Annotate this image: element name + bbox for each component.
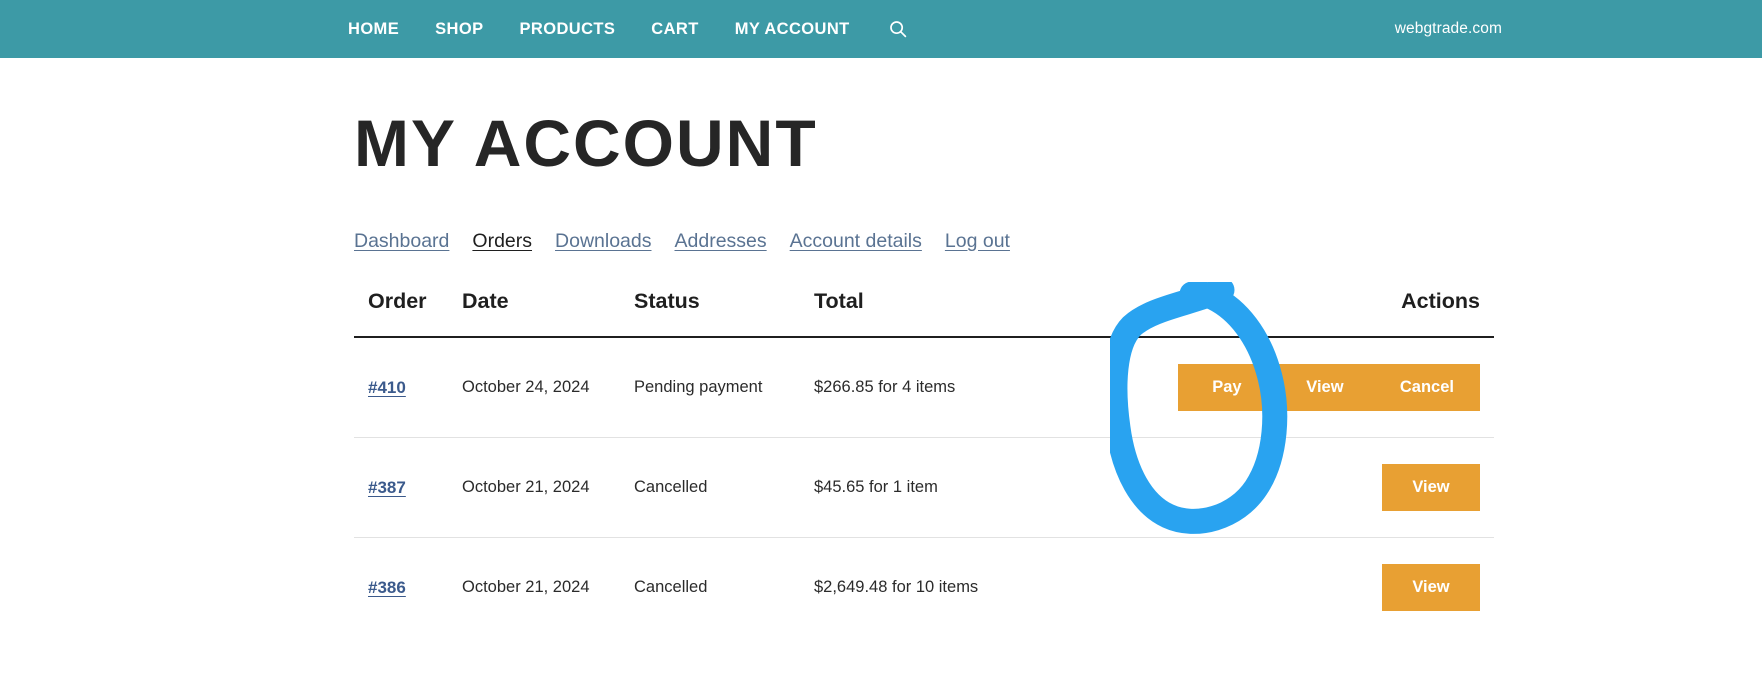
tab-dashboard[interactable]: Dashboard — [354, 230, 449, 253]
order-total-cell: $2,649.48 for 10 items — [814, 578, 979, 596]
orders-table: Order Date Status Total Actions #410 Oct… — [354, 289, 1494, 637]
pay-button[interactable]: Pay — [1177, 364, 1276, 411]
table-row: #386 October 21, 2024 Cancelled $2,649.4… — [354, 538, 1494, 638]
orders-table-body: #410 October 24, 2024 Pending payment $2… — [354, 337, 1494, 637]
action-button-group: View — [1382, 464, 1480, 511]
order-total-cell: $45.65 for 1 item — [814, 437, 1114, 538]
nav-item-my-account[interactable]: MY ACCOUNT — [735, 20, 850, 39]
primary-navigation: HOME SHOP PRODUCTS CART MY ACCOUNT — [348, 19, 908, 39]
table-row: #387 October 21, 2024 Cancelled $45.65 f… — [354, 437, 1494, 538]
table-row: #410 October 24, 2024 Pending payment $2… — [354, 337, 1494, 438]
order-status-cell: Pending payment — [634, 337, 814, 438]
tab-account-details[interactable]: Account details — [790, 230, 922, 253]
column-header-status: Status — [634, 289, 814, 338]
search-icon[interactable] — [888, 19, 908, 39]
column-header-total: Total — [814, 289, 1114, 338]
tab-orders[interactable]: Orders — [472, 230, 532, 253]
column-header-date: Date — [462, 289, 634, 338]
order-number-cell: #410 — [354, 337, 462, 438]
order-status-cell: Cancelled — [634, 578, 708, 596]
order-actions-cell: Pay View Cancel — [1114, 337, 1494, 438]
site-brand: webgtrade.com — [1394, 20, 1502, 37]
nav-item-home[interactable]: HOME — [348, 20, 399, 39]
view-button[interactable]: View — [1382, 464, 1480, 511]
order-link[interactable]: #387 — [368, 478, 406, 497]
nav-item-shop[interactable]: SHOP — [435, 20, 483, 39]
action-button-group: View — [1382, 564, 1480, 611]
site-header: HOME SHOP PRODUCTS CART MY ACCOUNT webgt… — [0, 0, 1762, 58]
table-header-row: Order Date Status Total Actions — [354, 289, 1494, 338]
orders-table-head: Order Date Status Total Actions — [354, 289, 1494, 338]
view-button[interactable]: View — [1275, 364, 1374, 411]
account-tabs: Dashboard Orders Downloads Addresses Acc… — [354, 230, 1512, 253]
column-header-order: Order — [354, 289, 462, 338]
page-title: MY ACCOUNT — [354, 106, 818, 180]
action-button-group: Pay View Cancel — [1177, 364, 1480, 411]
order-total-cell: $266.85 for 4 items — [814, 337, 1114, 438]
view-button[interactable]: View — [1382, 564, 1480, 611]
cancel-button[interactable]: Cancel — [1373, 364, 1480, 411]
order-number-cell: #387 — [354, 437, 462, 538]
order-date-cell: October 21, 2024 — [462, 578, 590, 596]
order-status-cell: Cancelled — [634, 437, 814, 538]
nav-item-products[interactable]: PRODUCTS — [519, 20, 615, 39]
order-link[interactable]: #386 — [368, 578, 406, 597]
column-header-actions: Actions — [1114, 289, 1494, 338]
order-number-cell: #386 — [354, 538, 462, 638]
order-actions-cell: View — [1114, 437, 1494, 538]
tab-log-out[interactable]: Log out — [945, 230, 1010, 253]
nav-item-cart[interactable]: CART — [651, 20, 698, 39]
tab-addresses[interactable]: Addresses — [675, 230, 767, 253]
order-date-cell: October 24, 2024 — [462, 337, 634, 438]
page-content: MY ACCOUNT Dashboard Orders Downloads Ad… — [0, 58, 1762, 637]
tab-downloads[interactable]: Downloads — [555, 230, 651, 253]
order-date-cell: October 21, 2024 — [462, 437, 634, 538]
order-link[interactable]: #410 — [368, 378, 406, 397]
order-actions-cell: View — [1114, 538, 1494, 638]
